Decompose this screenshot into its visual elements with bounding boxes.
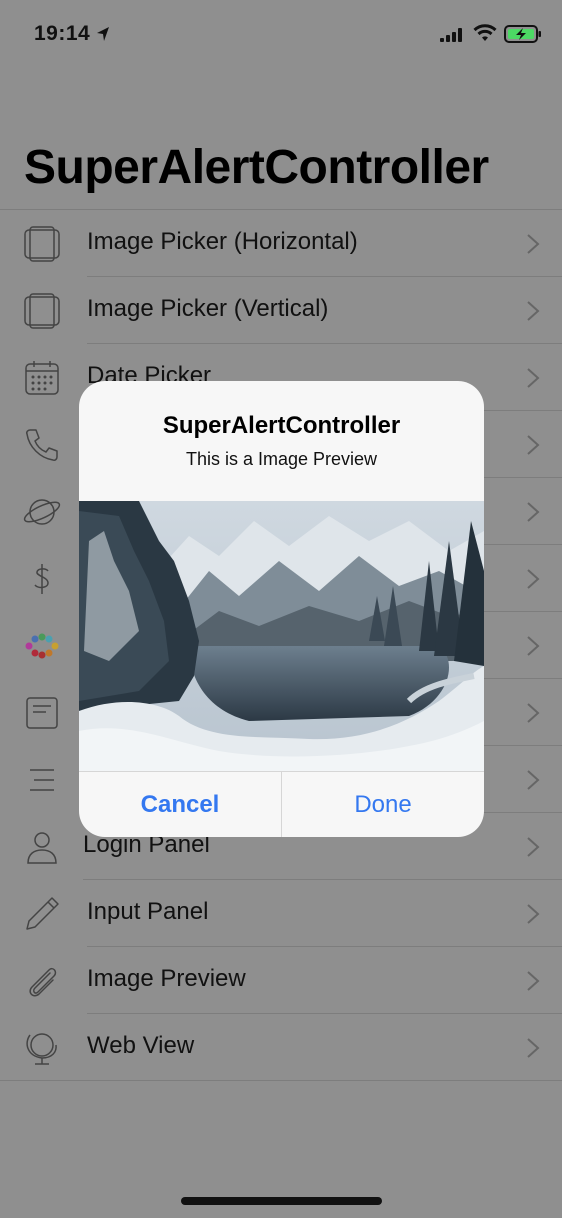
alert-message: This is a Image Preview: [185, 449, 378, 469]
image-picker-icon: [24, 293, 60, 329]
chevron-right-icon: [527, 301, 540, 321]
document-icon: [26, 697, 58, 729]
alert-actions: Cancel Done: [79, 771, 484, 837]
color-dots-icon: [25, 633, 59, 659]
pencil-icon: [26, 897, 59, 930]
chevron-right-icon: [527, 837, 540, 857]
chevron-right-icon: [527, 703, 540, 723]
dollar-icon: [34, 564, 49, 594]
list-item-label: Input Panel: [87, 898, 209, 925]
image-picker-icon: [24, 226, 60, 262]
list-item-label: Image Picker (Vertical): [87, 295, 329, 322]
list-item-web-view[interactable]: Web View: [0, 1014, 562, 1081]
list-item-image-preview[interactable]: Image Preview: [0, 947, 562, 1014]
app-screen: 19:14 SuperAlertController Image Picker …: [0, 0, 562, 1218]
status-bar: 19:14: [0, 0, 562, 70]
alert-title: SuperAlertController: [162, 412, 401, 439]
location-arrow-icon: [97, 27, 109, 41]
battery-charging-icon: [504, 25, 541, 43]
planet-icon: [23, 499, 61, 525]
chevron-right-icon: [527, 904, 540, 924]
done-button[interactable]: Done: [282, 772, 484, 837]
list-item-label: Web View: [87, 1032, 195, 1059]
chevron-right-icon: [527, 368, 540, 388]
list-item-input-panel[interactable]: Input Panel: [0, 880, 562, 947]
chevron-right-icon: [527, 636, 540, 656]
preview-image: [79, 501, 484, 771]
row-separator: [0, 1080, 562, 1081]
phone-icon: [26, 429, 58, 461]
wifi-icon: [473, 24, 497, 41]
chevron-right-icon: [527, 569, 540, 589]
home-indicator[interactable]: [181, 1197, 382, 1205]
paperclip-icon: [29, 967, 57, 997]
chevron-right-icon: [527, 770, 540, 790]
list-item-label: Image Preview: [87, 965, 246, 992]
cellular-signal-icon: [440, 28, 462, 42]
status-time: 19:14: [34, 22, 91, 45]
chevron-right-icon: [527, 234, 540, 254]
page-title: SuperAlertController: [24, 141, 489, 194]
chevron-right-icon: [527, 435, 540, 455]
list-item-image-picker-vertical[interactable]: Image Picker (Vertical): [0, 277, 562, 344]
list-item-label: Image Picker (Horizontal): [87, 228, 358, 255]
alert-dialog: SuperAlertController This is a Image Pre…: [79, 381, 484, 837]
list-item-image-picker-horizontal[interactable]: Image Picker (Horizontal): [0, 210, 562, 277]
chevron-right-icon: [527, 971, 540, 991]
chevron-right-icon: [527, 502, 540, 522]
globe-icon: [26, 1033, 57, 1065]
cancel-button[interactable]: Cancel: [79, 772, 281, 837]
chevron-right-icon: [527, 1038, 540, 1058]
calendar-icon: [25, 361, 59, 395]
person-icon: [27, 832, 57, 864]
lines-icon: [30, 769, 54, 791]
